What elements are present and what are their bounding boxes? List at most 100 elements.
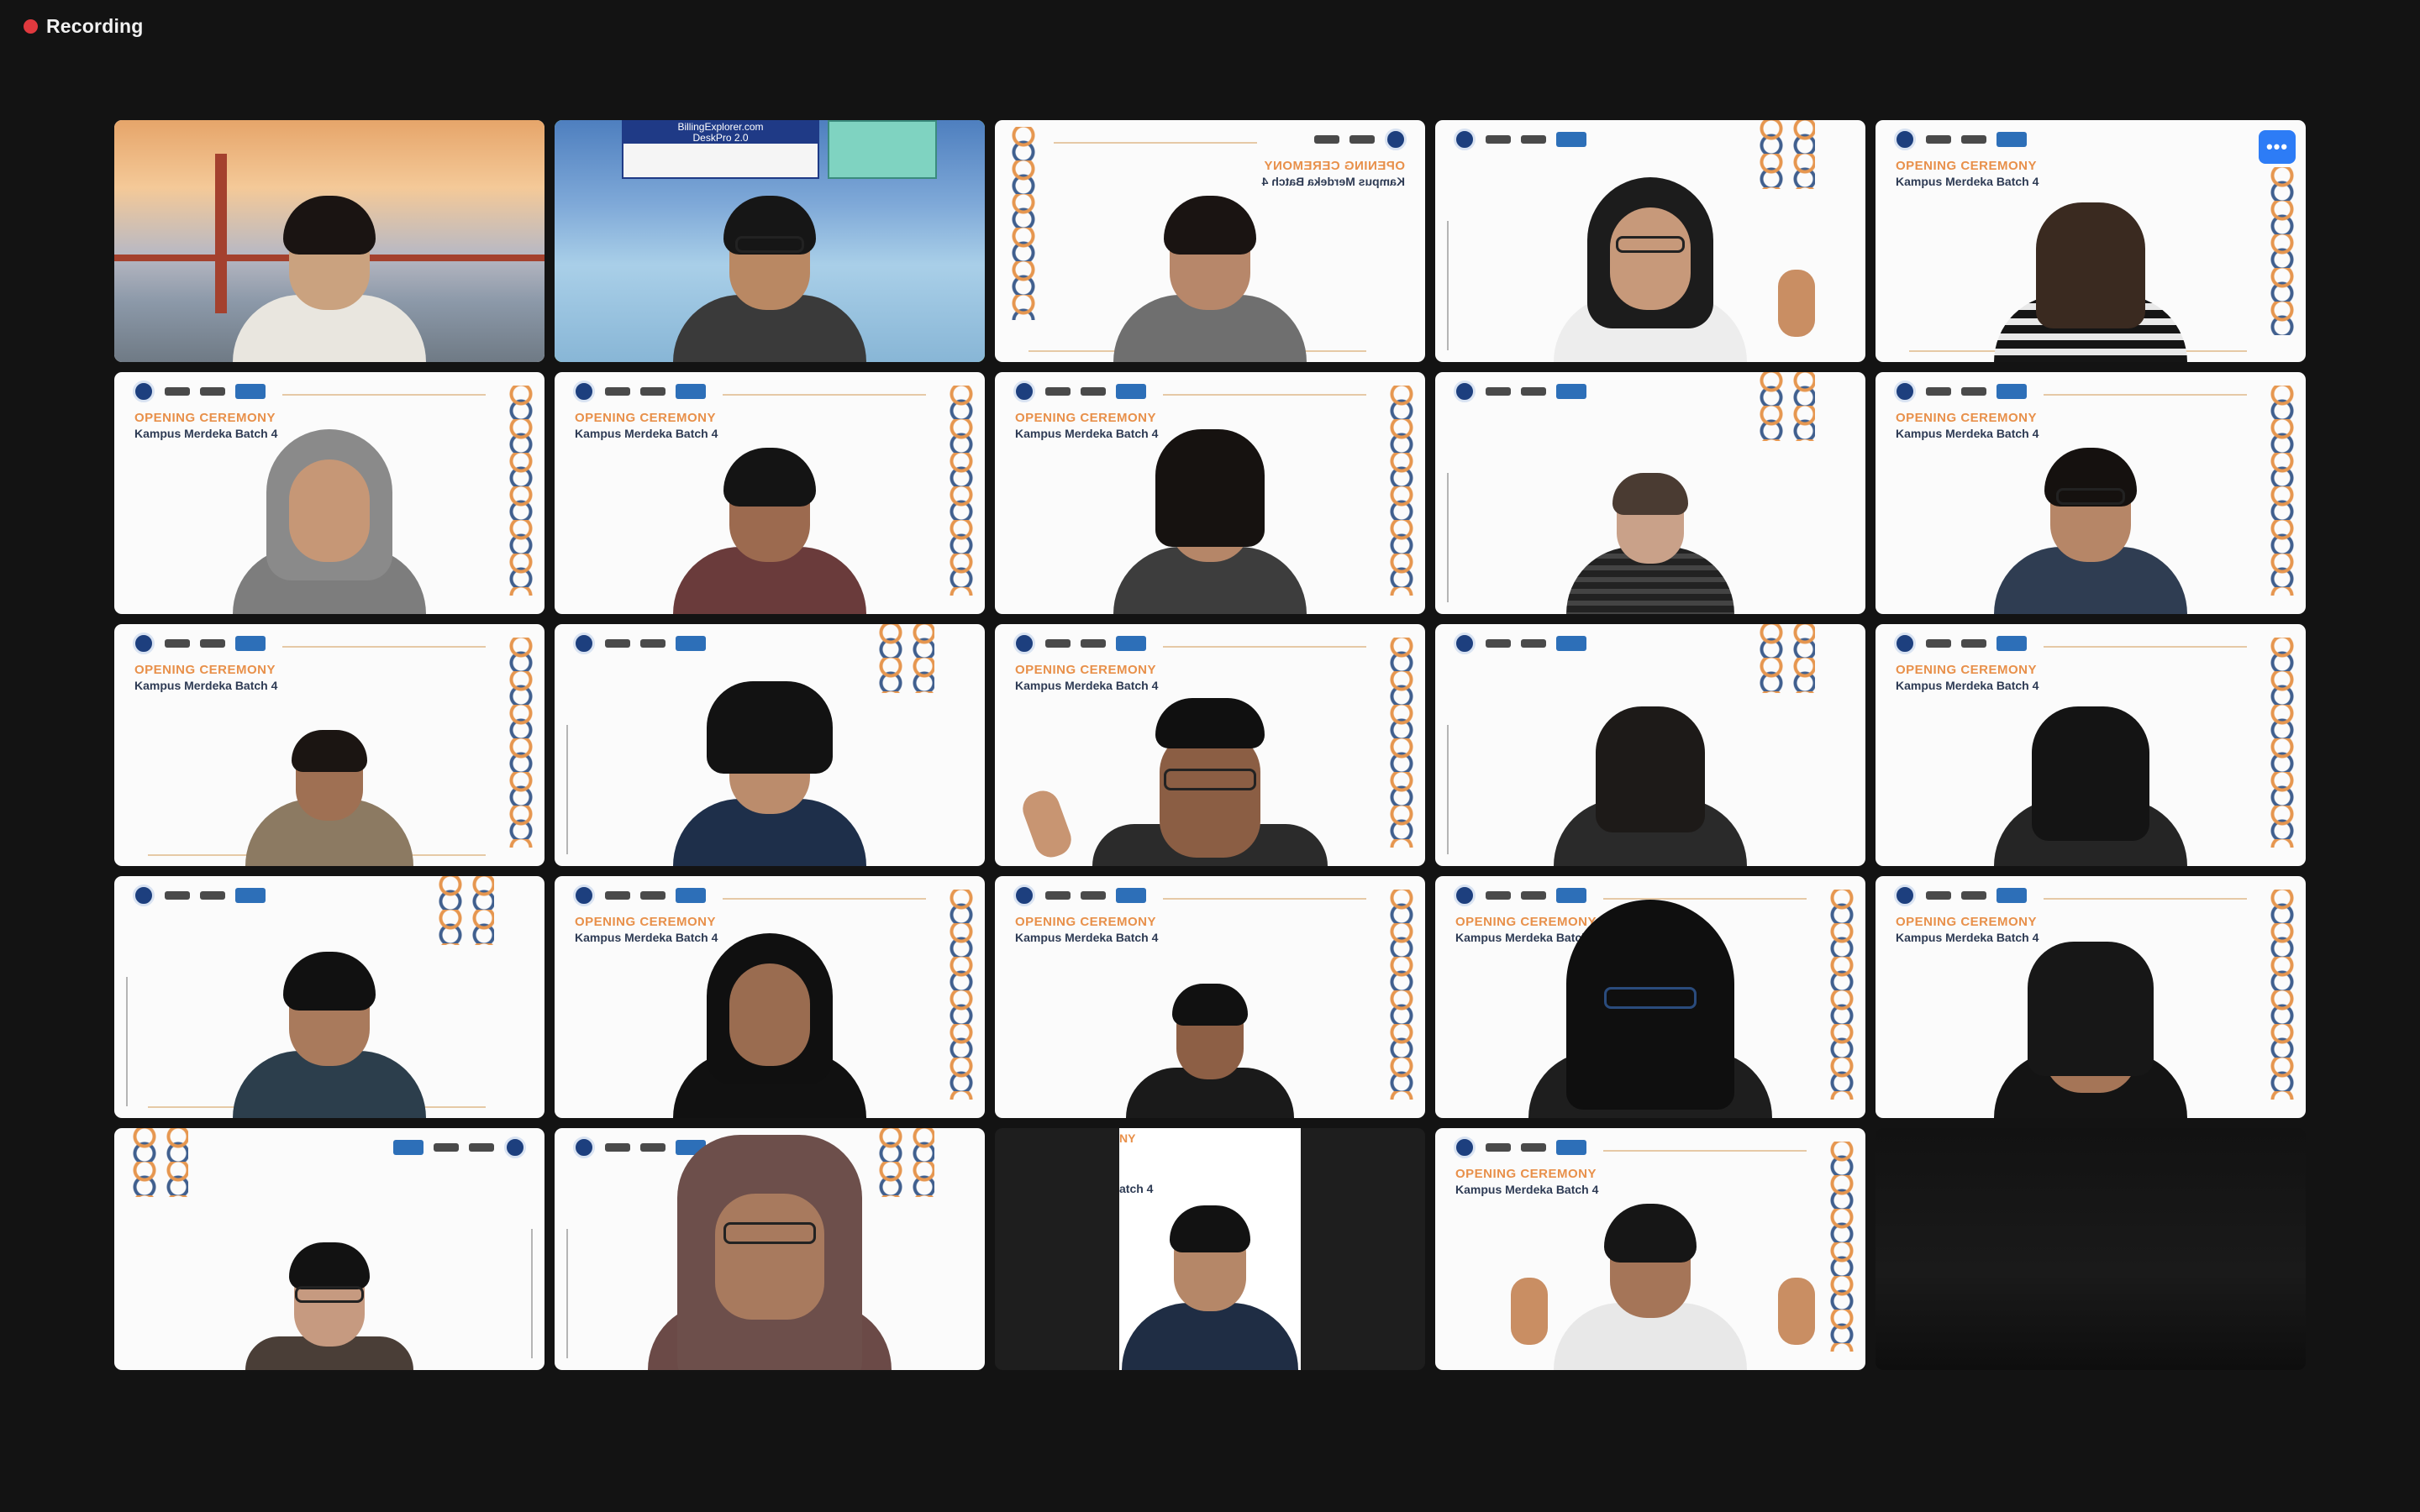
participant-video [229, 916, 430, 1118]
banner-subtitle: Kampus Merdeka Batch 4 [1015, 931, 1159, 944]
participant-tile-15[interactable]: OPENING CEREMONY Kampus Merdeka Batch 4 [1876, 624, 2306, 866]
overlay-line-2: DeskPro 2.0 [692, 132, 749, 144]
participant-video [669, 160, 871, 362]
participant-tile-9[interactable] [1435, 372, 1865, 614]
participant-video [229, 412, 430, 614]
participant-video [644, 1128, 896, 1370]
participant-video-portrait: NY atch 4 [1119, 1128, 1301, 1370]
participant-tile-6[interactable]: OPENING CEREMONY Kampus Merdeka Batch 4 [114, 372, 544, 614]
participant-tile-21[interactable] [114, 1128, 544, 1370]
logo-icon [1926, 135, 1951, 144]
batik-pattern [1007, 127, 1040, 320]
batik-pattern [2265, 890, 2299, 1100]
recording-indicator[interactable]: Recording [24, 15, 144, 38]
university-logo-icon [1454, 885, 1476, 906]
participant-video [1990, 160, 2191, 362]
batik-pattern [1385, 386, 1418, 596]
batik-pattern [874, 624, 934, 693]
batik-pattern [128, 1128, 188, 1197]
university-logo-icon [1894, 129, 1916, 150]
participant-tile-11[interactable]: OPENING CEREMONY Kampus Merdeka Batch 4 [114, 624, 544, 866]
logo-icon [434, 1143, 459, 1152]
participant-tile-13[interactable]: OPENING CEREMONY Kampus Merdeka Batch 4 [995, 624, 1425, 866]
logo-icon [1556, 636, 1586, 651]
participant-video [1990, 664, 2191, 866]
participant-tile-10[interactable]: OPENING CEREMONY Kampus Merdeka Batch 4 [1876, 372, 2306, 614]
logo-icon [1486, 135, 1511, 144]
participant-tile-22[interactable] [555, 1128, 985, 1370]
sponsor-logos [1013, 381, 1146, 402]
sponsor-logos [1013, 885, 1146, 906]
university-logo-icon [133, 633, 155, 654]
participant-tile-24[interactable]: OPENING CEREMONY Kampus Merdeka Batch 4 [1435, 1128, 1865, 1370]
participant-tile-23[interactable]: NY atch 4 [995, 1128, 1425, 1370]
participant-video [1990, 412, 2191, 614]
thumbs-up-gesture [1778, 1278, 1815, 1345]
university-logo-icon [133, 885, 155, 906]
participant-video [669, 916, 871, 1118]
logo-icon [605, 891, 630, 900]
logo-icon [1926, 891, 1951, 900]
university-logo-icon [1454, 381, 1476, 402]
participant-tile-18[interactable]: OPENING CEREMONY Kampus Merdeka Batch 4 [995, 876, 1425, 1118]
sponsor-logos [133, 633, 266, 654]
participant-video [1981, 916, 2200, 1118]
university-logo-icon [573, 885, 595, 906]
sponsor-logos [393, 1137, 526, 1158]
logo-icon [1116, 888, 1146, 903]
participant-tile-4[interactable] [1435, 120, 1865, 362]
logo-icon [1961, 639, 1986, 648]
university-logo-icon [133, 381, 155, 402]
logo-icon [1081, 387, 1106, 396]
participant-tile-8[interactable]: OPENING CEREMONY Kampus Merdeka Batch 4 [995, 372, 1425, 614]
logo-icon [1521, 1143, 1546, 1152]
logo-icon [1556, 1140, 1586, 1155]
more-options-button[interactable]: ••• [2259, 130, 2296, 164]
university-logo-icon [504, 1137, 526, 1158]
university-logo-icon [1894, 885, 1916, 906]
participant-tile-5[interactable]: ••• OPENING CEREMONY Kampus Merdeka Batc… [1876, 120, 2306, 362]
logo-icon [1926, 387, 1951, 396]
batik-pattern [2265, 638, 2299, 848]
batik-pattern [944, 386, 978, 596]
logo-icon [1314, 135, 1339, 144]
logo-icon [1045, 387, 1071, 396]
participant-tile-2-active-speaker[interactable]: BillingExplorer.com DeskPro 2.0 [555, 120, 985, 362]
sponsor-logos [1314, 129, 1407, 150]
batik-pattern [1385, 890, 1418, 1100]
logo-icon [1961, 135, 1986, 144]
participant-tile-3[interactable]: OPENING CEREMONY Kampus Merdeka Batch 4 [995, 120, 1425, 362]
logo-icon [640, 639, 666, 648]
university-logo-icon [1013, 633, 1035, 654]
sponsor-logos [1454, 1137, 1586, 1158]
participant-tile-20[interactable]: OPENING CEREMONY Kampus Merdeka Batch 4 [1876, 876, 2306, 1118]
university-logo-icon [1454, 1137, 1476, 1158]
logo-icon [1045, 891, 1071, 900]
logo-icon [200, 387, 225, 396]
participant-tile-12[interactable] [555, 624, 985, 866]
participant-tile-7[interactable]: OPENING CEREMONY Kampus Merdeka Batch 4 [555, 372, 985, 614]
participant-tile-19[interactable]: OPENING CEREMONY Kampus Merdeka Batch 4 [1435, 876, 1865, 1118]
participant-tile-1[interactable] [114, 120, 544, 362]
logo-icon [676, 384, 706, 399]
sponsor-logos [1454, 633, 1586, 654]
zoom-gallery-view: Recording BillingExplorer.com DeskPro 2.… [0, 0, 2420, 1512]
logo-icon [1996, 384, 2027, 399]
logo-icon [1116, 384, 1146, 399]
university-logo-icon [573, 1137, 595, 1158]
logo-icon [1996, 888, 2027, 903]
batik-pattern [504, 386, 538, 596]
logo-icon [200, 639, 225, 648]
sponsor-logos [573, 381, 706, 402]
participant-grid: BillingExplorer.com DeskPro 2.0 OPENING … [114, 120, 2306, 1372]
university-logo-icon [1013, 885, 1035, 906]
participant-tile-25-dark[interactable] [1876, 1128, 2306, 1370]
participant-tile-17[interactable]: OPENING CEREMONY Kampus Merdeka Batch 4 [555, 876, 985, 1118]
participant-tile-16[interactable] [114, 876, 544, 1118]
logo-icon [640, 891, 666, 900]
university-logo-icon [1385, 129, 1407, 150]
participant-video [669, 664, 871, 866]
participant-tile-14[interactable] [1435, 624, 1865, 866]
sponsor-logos [1894, 129, 2027, 150]
logo-icon [1486, 387, 1511, 396]
